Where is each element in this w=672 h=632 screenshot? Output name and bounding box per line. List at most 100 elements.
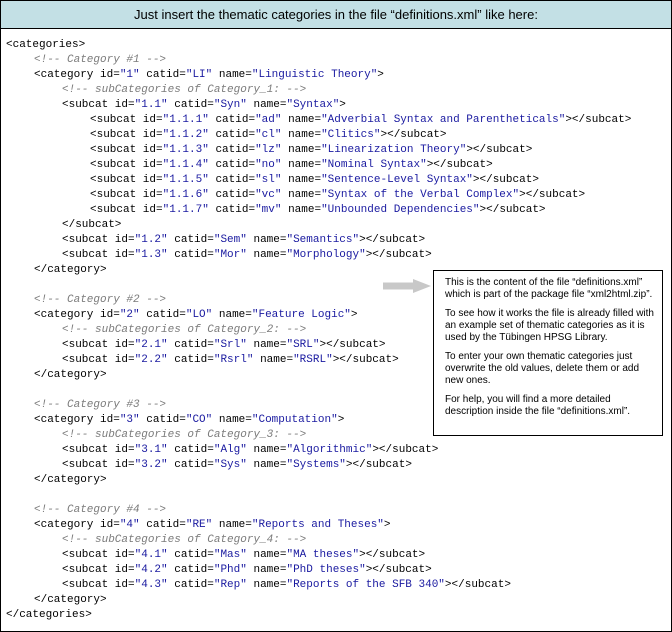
code-token: <subcat id= — [62, 234, 135, 246]
code-token: ></subcat> — [426, 159, 493, 171]
code-token: catid= — [167, 339, 214, 351]
code-token: <category id= — [34, 519, 120, 531]
code-token: ></subcat> — [444, 579, 511, 591]
code-attribute-value: "Linearization Theory" — [321, 144, 467, 156]
code-attribute-value: "Morphology" — [286, 249, 366, 261]
note-paragraph: To see how it works the file is already … — [445, 308, 654, 343]
code-line: <subcat id="4.2" catid="Phd" name="PhD t… — [6, 563, 631, 578]
code-attribute-value: "LI" — [185, 69, 213, 81]
code-token: ></subcat> — [359, 549, 426, 561]
code-comment: <!-- Category #3 --> — [34, 399, 167, 411]
code-attribute-value: "1.1.7" — [162, 204, 209, 216]
code-token: catid= — [167, 549, 214, 561]
code-attribute-value: "1.2" — [134, 234, 168, 246]
code-token: <subcat id= — [90, 189, 163, 201]
code-line: <subcat id="4.3" catid="Rep" name="Repor… — [6, 578, 631, 593]
code-line: <subcat id="3.1" catid="Alg" name="Algor… — [6, 443, 631, 458]
code-token: name= — [246, 234, 287, 246]
code-line: <subcat id="1.1.7" catid="mv" name="Unbo… — [6, 203, 631, 218]
code-line: </category> — [6, 593, 631, 608]
code-token: catid= — [167, 234, 214, 246]
code-attribute-value: "2.1" — [134, 339, 168, 351]
page-frame: Just insert the thematic categories in t… — [0, 0, 672, 632]
code-token: <subcat id= — [90, 129, 163, 141]
code-attribute-value: "1.1" — [134, 99, 168, 111]
code-attribute-value: "Syn" — [213, 99, 247, 111]
code-token: name= — [281, 144, 322, 156]
code-line: <subcat id="3.2" catid="Sys" name="Syste… — [6, 458, 631, 473]
code-line: <categories> — [6, 38, 631, 53]
code-attribute-value: "3.2" — [134, 459, 168, 471]
code-attribute-value: "1.1.3" — [162, 144, 209, 156]
code-token: catid= — [167, 459, 214, 471]
code-attribute-value: "Syntax of the Verbal Complex" — [321, 189, 520, 201]
code-attribute-value: "Reports of the SFB 340" — [286, 579, 445, 591]
code-attribute-value: "Semantics" — [286, 234, 360, 246]
code-token: name= — [281, 174, 322, 186]
code-comment: <!-- subCategories of Category_2: --> — [62, 324, 307, 336]
right-arrow-icon — [383, 279, 431, 293]
note-paragraph: To enter your own thematic categories ju… — [445, 351, 639, 386]
code-token: catid= — [167, 249, 214, 261]
code-token: <subcat id= — [90, 159, 163, 171]
code-token: <subcat id= — [62, 579, 135, 591]
code-line: <subcat id="1.1.5" catid="sl" name="Sent… — [6, 173, 631, 188]
code-line: <!-- subCategories of Category_1: --> — [6, 83, 631, 98]
code-token: ></subcat> — [380, 129, 447, 141]
code-token: <subcat id= — [90, 174, 163, 186]
code-attribute-value: "Syntax" — [286, 99, 340, 111]
code-attribute-value: "Unbounded Dependencies" — [321, 204, 480, 216]
code-comment: <!-- Category #2 --> — [34, 294, 167, 306]
code-token: catid= — [208, 144, 256, 156]
code-attribute-value: "Reports and Theses" — [251, 519, 384, 531]
code-token: catid= — [208, 114, 256, 126]
code-attribute-value: "4.3" — [134, 579, 168, 591]
code-attribute-value: "PhD theses" — [286, 564, 366, 576]
code-attribute-value: "Mor" — [213, 249, 247, 261]
code-token: catid= — [167, 444, 214, 456]
code-token: <categories> — [6, 39, 86, 51]
code-comment: <!-- subCategories of Category_3: --> — [62, 429, 307, 441]
code-token: catid= — [167, 99, 214, 111]
code-line: <subcat id="1.1.4" catid="no" name="Nomi… — [6, 158, 631, 173]
code-attribute-value: "4.1" — [134, 549, 168, 561]
code-attribute-value: "Rep" — [213, 579, 247, 591]
code-token: ></subcat> — [359, 234, 426, 246]
code-attribute-value: "lz" — [255, 144, 282, 156]
code-line: <subcat id="1.2" catid="Sem" name="Seman… — [6, 233, 631, 248]
code-attribute-value: "3" — [119, 414, 140, 426]
code-token: <subcat id= — [62, 444, 135, 456]
code-token: <subcat id= — [62, 99, 135, 111]
code-attribute-value: "4.2" — [134, 564, 168, 576]
code-token: <subcat id= — [62, 339, 135, 351]
code-attribute-value: "Feature Logic" — [251, 309, 351, 321]
code-token: ></subcat> — [365, 249, 432, 261]
code-token: catid= — [208, 129, 256, 141]
code-token: catid= — [167, 564, 214, 576]
code-attribute-value: "1.1.4" — [162, 159, 209, 171]
code-line: <subcat id="1.1.1" catid="ad" name="Adve… — [6, 113, 631, 128]
code-token: name= — [281, 204, 322, 216]
code-token: > — [377, 69, 384, 81]
code-attribute-value: "Computation" — [251, 414, 338, 426]
code-token: ></subcat> — [565, 114, 632, 126]
code-attribute-value: "Mas" — [213, 549, 247, 561]
code-attribute-value: "1.1.2" — [162, 129, 209, 141]
code-token: <subcat id= — [62, 459, 135, 471]
code-line: <!-- subCategories of Category_4: --> — [6, 533, 631, 548]
code-token: catid= — [167, 354, 214, 366]
code-token: <subcat id= — [90, 144, 163, 156]
code-attribute-value: "mv" — [255, 204, 282, 216]
code-token: ></subcat> — [345, 459, 412, 471]
code-attribute-value: "Adverbial Syntax and Parentheticals" — [321, 114, 566, 126]
code-token: <subcat id= — [62, 549, 135, 561]
code-line: <!-- Category #4 --> — [6, 503, 631, 518]
code-token: name= — [212, 309, 252, 321]
code-attribute-value: "Sys" — [213, 459, 247, 471]
code-token: catid= — [208, 204, 256, 216]
code-token: name= — [246, 99, 287, 111]
code-token: name= — [246, 564, 287, 576]
code-line: <category id="1" catid="LI" name="Lingui… — [6, 68, 631, 83]
code-token: <category id= — [34, 69, 120, 81]
code-attribute-value: "sl" — [255, 174, 282, 186]
